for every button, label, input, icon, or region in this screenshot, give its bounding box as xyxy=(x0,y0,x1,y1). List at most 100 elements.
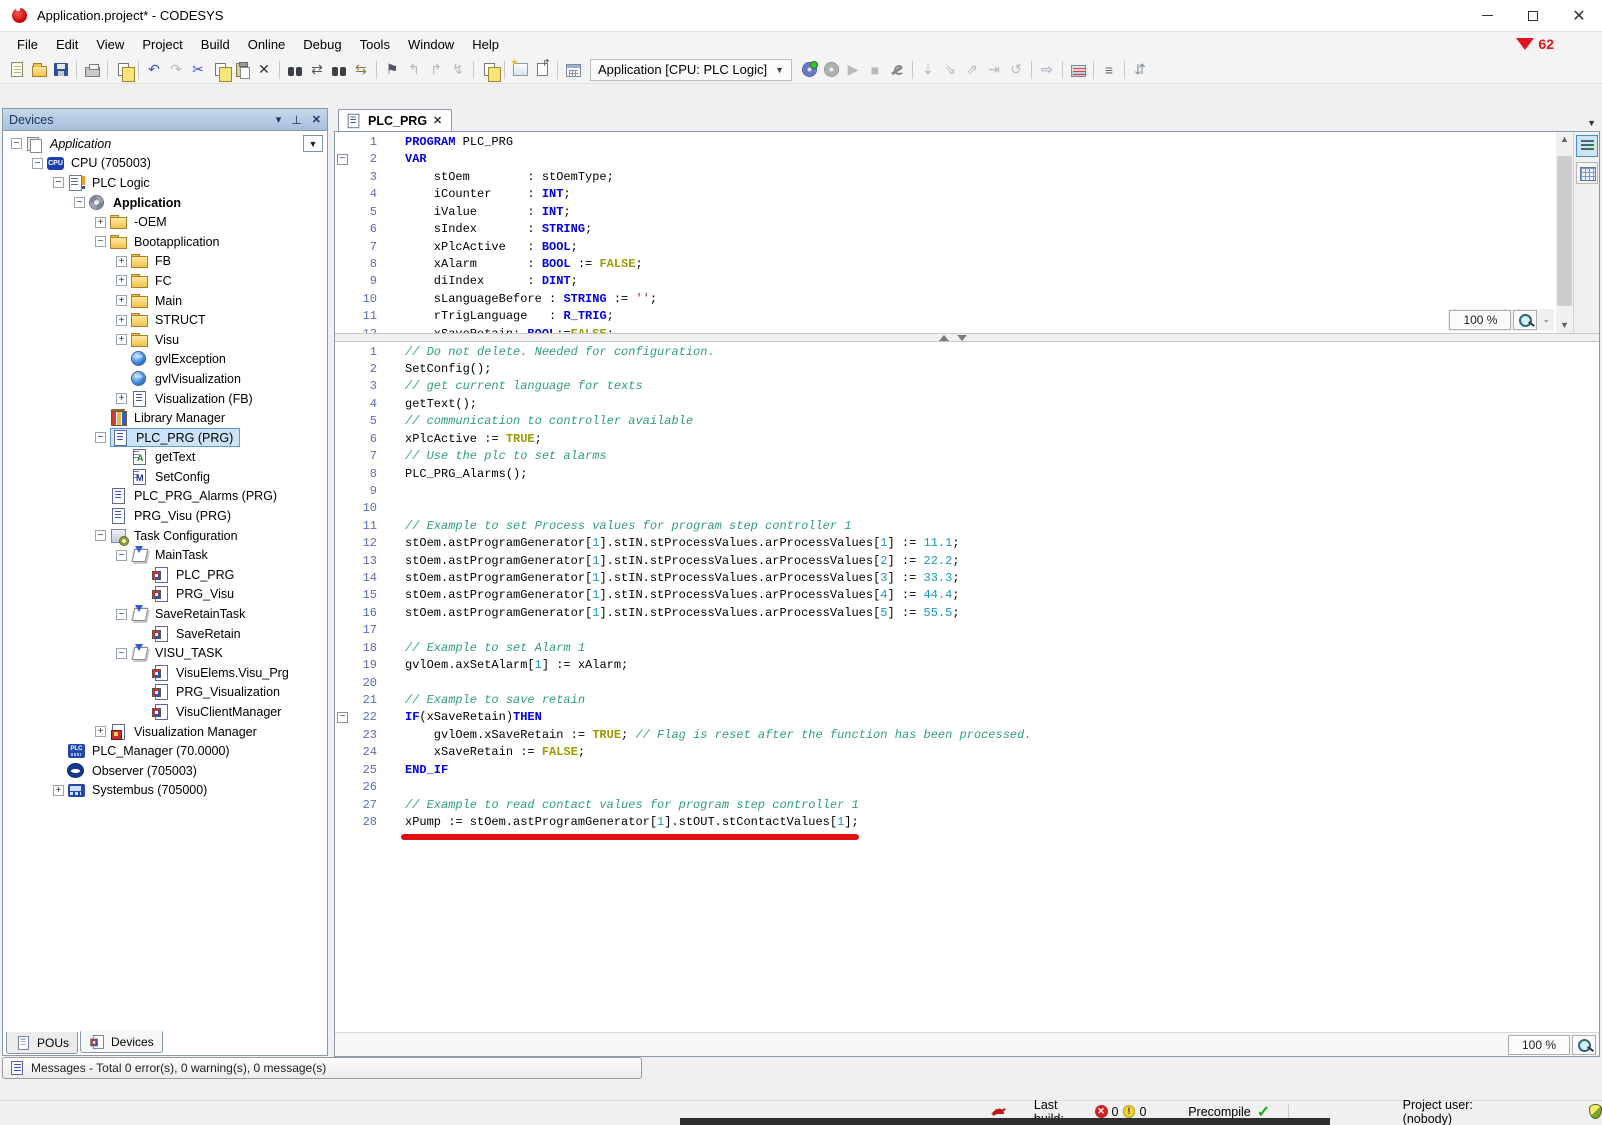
replace-icon[interactable]: ⇄ xyxy=(306,59,328,81)
run-to-cursor-icon[interactable]: ⇥ xyxy=(983,59,1005,81)
declaration-scrollbar[interactable]: ▲ ▼ xyxy=(1556,132,1573,333)
minimize-button[interactable] xyxy=(1464,0,1510,32)
collapse-icon[interactable]: − xyxy=(32,158,43,169)
magnifier-icon[interactable] xyxy=(1572,1035,1596,1055)
fold-collapse-icon[interactable]: − xyxy=(337,154,348,165)
notification-flag[interactable]: 62 xyxy=(1516,36,1554,52)
tree-item[interactable]: Observer (705003) xyxy=(3,761,327,781)
navigator-tab-devices[interactable]: Devices xyxy=(80,1031,163,1053)
tree-item[interactable]: SaveRetain xyxy=(3,624,327,644)
tree-item[interactable]: −VISU_TASK xyxy=(3,643,327,663)
menu-item-help[interactable]: Help xyxy=(463,34,508,55)
undo-icon[interactable]: ↶ xyxy=(143,59,165,81)
print-icon[interactable] xyxy=(81,59,103,81)
tab-close-icon[interactable]: ✕ xyxy=(433,114,442,127)
chevron-down-icon[interactable]: ▾ xyxy=(276,113,282,126)
collapse-icon[interactable]: − xyxy=(74,197,85,208)
start-icon[interactable]: ▶ xyxy=(842,59,864,81)
splitter-up-icon[interactable] xyxy=(939,335,949,341)
close-button[interactable]: ✕ xyxy=(1556,0,1602,32)
tree-item[interactable]: VisuElems.Visu_Prg xyxy=(3,663,327,683)
bookmark-prev-icon[interactable]: ↰ xyxy=(403,59,425,81)
scrollbar-thumb[interactable] xyxy=(1557,156,1572,306)
menu-item-view[interactable]: View xyxy=(87,34,133,55)
implementation-zoom-level[interactable]: 100 % xyxy=(1508,1035,1570,1055)
cut-icon[interactable]: ✂ xyxy=(187,59,209,81)
menu-item-build[interactable]: Build xyxy=(192,34,239,55)
textual-view-button[interactable] xyxy=(1576,135,1598,157)
fold-collapse-icon[interactable]: − xyxy=(337,712,348,723)
implementation-pane[interactable]: 1// Do not delete. Needed for configurat… xyxy=(335,342,1599,1033)
collapse-icon[interactable]: − xyxy=(95,236,106,247)
find-icon[interactable] xyxy=(284,59,306,81)
export-icon[interactable] xyxy=(531,59,553,81)
menu-item-window[interactable]: Window xyxy=(399,34,463,55)
tree-item[interactable]: PRG_Visu (PRG) xyxy=(3,506,327,526)
tree-item[interactable]: +Main xyxy=(3,291,327,311)
bookmark-clear-icon[interactable]: ↯ xyxy=(447,59,469,81)
save-icon[interactable] xyxy=(50,59,72,81)
menu-item-debug[interactable]: Debug xyxy=(294,34,350,55)
tree-item[interactable]: −Task Configuration xyxy=(3,526,327,546)
breakpoints-icon[interactable] xyxy=(1067,59,1089,81)
expand-icon[interactable]: + xyxy=(116,295,127,306)
menu-item-project[interactable]: Project xyxy=(133,34,191,55)
logout-icon[interactable] xyxy=(820,59,842,81)
tree-item[interactable]: PLC_Manager (70.0000) xyxy=(3,741,327,761)
tree-item[interactable]: −CPU (705003) xyxy=(3,154,327,174)
flow-control-icon[interactable]: ⇨ xyxy=(1036,59,1058,81)
new-object-dropdown-icon[interactable] xyxy=(509,59,531,81)
find-in-project-icon[interactable] xyxy=(328,59,350,81)
delete-icon[interactable]: ✕ xyxy=(253,59,275,81)
tree-item[interactable]: +Visualization (FB) xyxy=(3,389,327,409)
callstack-icon[interactable]: ≡ xyxy=(1098,59,1120,81)
collapse-icon[interactable]: − xyxy=(53,177,64,188)
collapse-icon[interactable]: − xyxy=(11,138,22,149)
open-file-icon[interactable] xyxy=(28,59,50,81)
tree-item[interactable]: PLC_PRG xyxy=(3,565,327,585)
tree-item[interactable]: −SaveRetainTask xyxy=(3,604,327,624)
tabular-view-button[interactable] xyxy=(1576,162,1598,184)
expand-icon[interactable]: + xyxy=(53,785,64,796)
navigator-tab-pous[interactable]: POUs xyxy=(6,1032,78,1054)
step-over-icon[interactable]: ⇣ xyxy=(917,59,939,81)
collapse-icon[interactable]: − xyxy=(95,530,106,541)
expand-icon[interactable]: + xyxy=(116,334,127,345)
close-icon[interactable]: ✕ xyxy=(312,113,321,126)
tree-item[interactable]: +FC xyxy=(3,271,327,291)
declaration-code[interactable]: 1PROGRAM PLC_PRG−2VAR3 stOem : stOemType… xyxy=(335,132,1556,333)
tree-item[interactable]: gvlException xyxy=(3,350,327,370)
collapse-icon[interactable]: − xyxy=(116,648,127,659)
collapse-icon[interactable]: − xyxy=(116,550,127,561)
collapse-icon[interactable]: − xyxy=(95,432,106,443)
expand-icon[interactable]: + xyxy=(116,275,127,286)
magnifier-icon[interactable] xyxy=(1513,310,1537,330)
step-into-icon[interactable]: ⇘ xyxy=(939,59,961,81)
update-device-icon[interactable] xyxy=(562,59,584,81)
menu-item-online[interactable]: Online xyxy=(239,34,295,55)
expand-icon[interactable]: + xyxy=(116,256,127,267)
stop-icon[interactable]: ■ xyxy=(864,59,886,81)
zoom-chevron-icon[interactable]: ⌄ xyxy=(1539,314,1553,325)
expand-icon[interactable]: + xyxy=(116,393,127,404)
expand-icon[interactable]: + xyxy=(116,315,127,326)
tree-item[interactable]: −Application xyxy=(3,193,327,213)
reset-icon[interactable]: ↺ xyxy=(1005,59,1027,81)
tree-item[interactable]: gvlVisualization xyxy=(3,369,327,389)
tree-item[interactable]: SetConfig xyxy=(3,467,327,487)
copy-object-icon[interactable] xyxy=(112,59,134,81)
build-check-icon[interactable]: ⇵ xyxy=(1129,59,1151,81)
new-file-icon[interactable] xyxy=(6,59,28,81)
tree-item[interactable]: PLC_PRG_Alarms (PRG) xyxy=(3,487,327,507)
active-application-selector[interactable]: Application [CPU: PLC Logic]▼ xyxy=(590,59,792,81)
bookmark-toggle-icon[interactable]: ⚑ xyxy=(381,59,403,81)
bookmark-next-icon[interactable]: ↱ xyxy=(425,59,447,81)
pin-icon[interactable]: ⊥ xyxy=(291,113,301,127)
expand-icon[interactable]: + xyxy=(95,726,106,737)
tree-item[interactable]: −PLC_PRG (PRG) xyxy=(3,428,327,448)
single-cycle-icon[interactable] xyxy=(886,59,908,81)
scroll-up-icon[interactable]: ▲ xyxy=(1556,132,1573,147)
implementation-code[interactable]: 1// Do not delete. Needed for configurat… xyxy=(335,342,1599,832)
tree-item[interactable]: +FB xyxy=(3,252,327,272)
maximize-button[interactable] xyxy=(1510,0,1556,32)
